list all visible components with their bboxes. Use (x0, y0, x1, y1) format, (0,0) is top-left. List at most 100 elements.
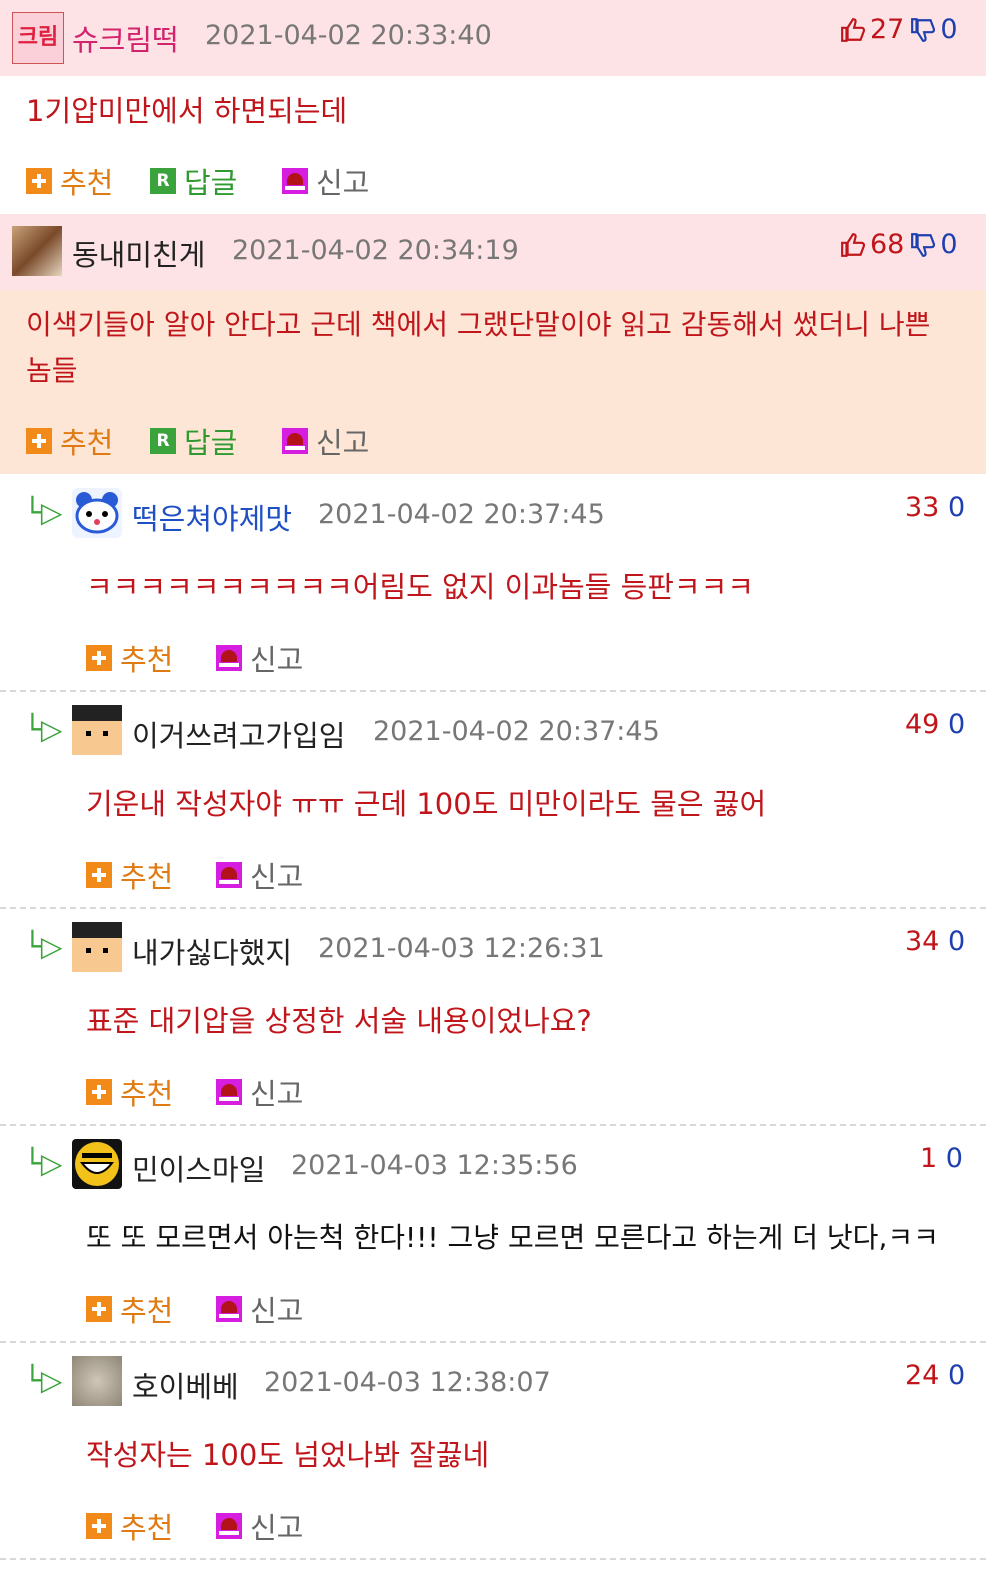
author-name[interactable]: 슈크림떡 (72, 17, 179, 59)
reply-label: 답글 (184, 166, 238, 200)
vote-counter: 49 0 (905, 709, 965, 740)
report-button[interactable]: 신고 (282, 420, 369, 462)
plus-icon (86, 862, 112, 888)
report-label: 신고 (250, 1294, 304, 1328)
reply-text: 표준 대기압을 상정한 서술 내용이었나요? (86, 1004, 592, 1038)
comment-text: 1기압미만에서 하면되는데 (26, 94, 348, 128)
comment-date: 2021-04-03 12:38:07 (264, 1367, 551, 1398)
recommend-label: 추천 (120, 1077, 174, 1111)
comment-date: 2021-04-02 20:33:40 (205, 20, 492, 51)
plus-icon (26, 428, 52, 454)
recommend-label: 추천 (120, 1511, 174, 1545)
recommend-button[interactable]: 추천 (86, 1288, 173, 1330)
report-button[interactable]: 신고 (216, 1505, 303, 1547)
graduate-avatar-icon[interactable] (72, 922, 122, 972)
plus-icon (26, 168, 52, 194)
report-button[interactable]: 신고 (216, 1071, 303, 1113)
downvote-count[interactable]: 0 (948, 926, 965, 957)
comment-date: 2021-04-02 20:37:45 (373, 716, 660, 747)
siren-icon (282, 428, 308, 454)
recommend-button[interactable]: 추천 (26, 420, 113, 462)
reply-button[interactable]: R 답글 (150, 420, 237, 462)
hamster-avatar-icon[interactable] (72, 488, 122, 538)
avatar-text: 크림 (17, 25, 59, 50)
comment-text: 이색기들아 알아 안다고 근데 책에서 그랬단말이야 읽고 감동해서 썼더니 나… (26, 308, 931, 341)
reply-arrow-icon: └▷ (24, 1364, 63, 1397)
upvote-count[interactable]: 33 (905, 492, 939, 523)
author-name[interactable]: 민이스마일 (132, 1147, 265, 1189)
upvote-count: 68 (870, 229, 905, 260)
siren-icon (216, 1513, 242, 1539)
report-button[interactable]: 신고 (216, 1288, 303, 1330)
smile-avatar-icon[interactable] (72, 1139, 122, 1189)
plus-icon (86, 1079, 112, 1105)
thumbs-up-icon[interactable] (840, 17, 866, 43)
comment-text-line2: 놈들 (26, 354, 78, 387)
downvote-count[interactable]: 0 (948, 709, 965, 740)
author-name[interactable]: 이거쓰려고가입임 (132, 713, 345, 755)
report-label: 신고 (250, 1077, 304, 1111)
upvote-count[interactable]: 34 (905, 926, 939, 957)
downvote-count[interactable]: 0 (948, 1360, 965, 1391)
reply-arrow-icon: └▷ (24, 1147, 63, 1180)
reply-text: ㅋㅋㅋㅋㅋㅋㅋㅋㅋㅋ어림도 없지 이과놈들 등판ㅋㅋㅋ (86, 570, 754, 604)
thumbs-up-icon[interactable] (840, 232, 866, 258)
downvote-count[interactable]: 0 (948, 492, 965, 523)
recommend-button[interactable]: 추천 (86, 1505, 173, 1547)
report-button[interactable]: 신고 (282, 160, 369, 202)
blur-avatar-icon[interactable] (72, 1356, 122, 1406)
author-name[interactable]: 떡은쳐야제맛 (132, 496, 292, 538)
upvote-count[interactable]: 49 (905, 709, 939, 740)
comment-date: 2021-04-02 20:34:19 (232, 235, 519, 266)
reply-icon: R (150, 168, 176, 194)
recommend-button[interactable]: 추천 (26, 160, 113, 202)
report-label: 신고 (250, 1511, 304, 1545)
vote-counter: 34 0 (905, 926, 965, 957)
reply-text: 기운내 작성자야 ㅠㅠ 근데 100도 미만이라도 물은 끓어 (86, 787, 767, 821)
author-name[interactable]: 내가싫다했지 (132, 930, 292, 972)
downvote-count[interactable]: 0 (946, 1143, 963, 1174)
report-button[interactable]: 신고 (216, 637, 303, 679)
text-avatar-icon[interactable]: 크림 (12, 12, 64, 64)
plus-icon (86, 1513, 112, 1539)
report-label: 신고 (316, 166, 370, 200)
plus-icon (86, 645, 112, 671)
report-label: 신고 (250, 643, 304, 677)
thumbs-down-icon[interactable] (910, 17, 936, 43)
reply-button[interactable]: R 답글 (150, 160, 237, 202)
recommend-label: 추천 (120, 860, 174, 894)
reply-arrow-icon: └▷ (24, 496, 63, 529)
reply-text: 또 또 모르면서 아는척 한다!!! 그냥 모르면 모른다고 하는게 더 낫다,… (86, 1221, 939, 1254)
recommend-button[interactable]: 추천 (86, 854, 173, 896)
recommend-label: 추천 (60, 426, 114, 460)
vote-counter: 1 0 (920, 1143, 963, 1174)
recommend-label: 추천 (120, 1294, 174, 1328)
vote-counter: 24 0 (905, 1360, 965, 1391)
reply-text: 작성자는 100도 넘었나봐 잘끓네 (86, 1438, 490, 1472)
divider (0, 1124, 986, 1126)
downvote-count: 0 (940, 229, 958, 260)
upvote-count[interactable]: 1 (920, 1143, 937, 1174)
report-label: 신고 (316, 426, 370, 460)
downvote-count: 0 (940, 14, 958, 45)
divider (0, 690, 986, 692)
author-name[interactable]: 호이베베 (132, 1364, 239, 1406)
reply-icon: R (150, 428, 176, 454)
siren-icon (216, 862, 242, 888)
vote-counter: 68 0 (840, 229, 958, 260)
upvote-count[interactable]: 24 (905, 1360, 939, 1391)
reply-arrow-icon: └▷ (24, 713, 63, 746)
vote-counter: 27 0 (840, 14, 958, 45)
recommend-button[interactable]: 추천 (86, 637, 173, 679)
comment-date: 2021-04-03 12:35:56 (291, 1150, 578, 1181)
author-name[interactable]: 동내미친게 (72, 232, 205, 274)
vote-counter: 33 0 (905, 492, 965, 523)
siren-icon (282, 168, 308, 194)
divider (0, 907, 986, 909)
upvote-count: 27 (870, 14, 905, 45)
report-button[interactable]: 신고 (216, 854, 303, 896)
photo-avatar-icon[interactable] (12, 226, 62, 276)
thumbs-down-icon[interactable] (910, 232, 936, 258)
graduate-avatar-icon[interactable] (72, 705, 122, 755)
recommend-button[interactable]: 추천 (86, 1071, 173, 1113)
